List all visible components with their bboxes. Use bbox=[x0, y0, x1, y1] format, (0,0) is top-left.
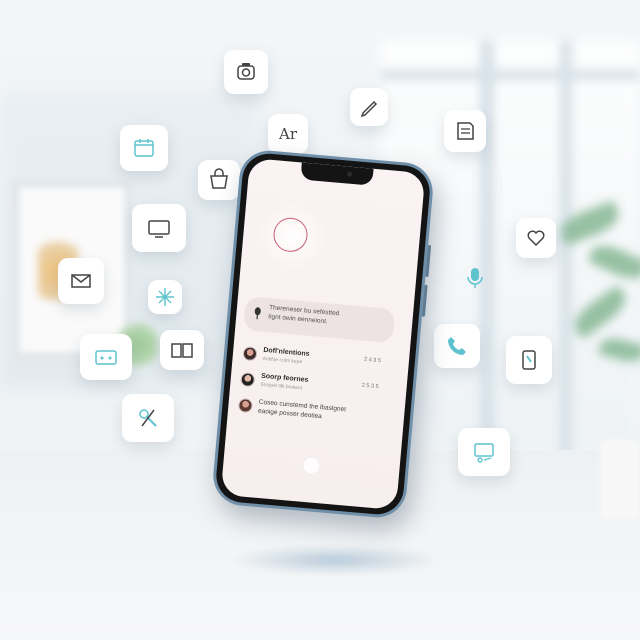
phone-body: Thereneser bu sefestted tignt owin eenne… bbox=[214, 151, 432, 517]
mail-icon bbox=[71, 274, 91, 288]
bottle-icon bbox=[522, 350, 536, 370]
translate-icon: Ar bbox=[278, 125, 297, 143]
notes-app-icon[interactable] bbox=[444, 110, 486, 152]
effects-app-icon[interactable] bbox=[148, 280, 182, 314]
item-subtitle: Snstpel tilk brotwot bbox=[260, 381, 303, 392]
media-app-icon[interactable] bbox=[458, 428, 510, 476]
book-icon bbox=[171, 343, 193, 358]
tickets-app-icon[interactable] bbox=[80, 334, 132, 380]
voice-app-icon[interactable] bbox=[456, 256, 494, 300]
pencil-icon bbox=[360, 100, 378, 118]
voice-note-bubble[interactable]: Thereneser bu sefestted tignt owin eenne… bbox=[243, 296, 396, 344]
message-list: Dofl'nlentions Antifoe coirs kepe 2 4 3 … bbox=[235, 344, 391, 435]
microphone-icon bbox=[254, 307, 261, 320]
heart-tag-icon bbox=[527, 230, 545, 247]
plant-stand bbox=[600, 440, 640, 520]
avatar bbox=[240, 372, 256, 388]
favorites-app-icon[interactable] bbox=[516, 218, 556, 258]
shopping-app-icon[interactable] bbox=[198, 160, 240, 200]
camera-icon bbox=[237, 63, 255, 80]
tv-icon bbox=[148, 220, 170, 238]
window-transom bbox=[380, 70, 640, 80]
translate-app-icon[interactable]: Ar bbox=[268, 114, 308, 154]
avatar bbox=[237, 397, 254, 414]
phone-shadow bbox=[230, 545, 440, 575]
notes-icon bbox=[457, 122, 474, 140]
home-button[interactable] bbox=[301, 455, 322, 476]
monitor-icon bbox=[474, 443, 494, 463]
notch bbox=[300, 162, 374, 186]
item-subtitle: Antifoe coirs kepe bbox=[262, 355, 303, 366]
drinks-app-icon[interactable] bbox=[506, 336, 552, 384]
camera-app-icon[interactable] bbox=[224, 50, 268, 94]
window-mullion bbox=[560, 40, 572, 460]
microphone-icon bbox=[467, 268, 483, 288]
tools-icon bbox=[139, 409, 157, 427]
calendar-app-icon[interactable] bbox=[120, 125, 168, 171]
smartphone: Thereneser bu sefestted tignt owin eenne… bbox=[210, 148, 436, 520]
calendar-icon bbox=[134, 139, 154, 157]
window-mullion bbox=[480, 40, 494, 460]
phone-icon bbox=[448, 337, 466, 355]
item-time: 2 5 3 5 bbox=[361, 382, 379, 391]
sparkle-icon bbox=[156, 288, 174, 306]
phone-app-icon[interactable] bbox=[434, 324, 480, 368]
shopping-icon bbox=[210, 168, 228, 189]
ticket-icon bbox=[95, 350, 117, 365]
avatar bbox=[242, 346, 258, 362]
mail-app-icon[interactable] bbox=[58, 258, 104, 304]
front-camera bbox=[346, 171, 353, 177]
tools-app-icon[interactable] bbox=[122, 394, 174, 442]
tv-app-icon[interactable] bbox=[132, 204, 186, 252]
books-app-icon[interactable] bbox=[160, 330, 204, 370]
pencil-app-icon[interactable] bbox=[350, 88, 388, 126]
item-time: 2 4 3 5 bbox=[363, 356, 382, 365]
phone-screen: Thereneser bu sefestted tignt owin eenne… bbox=[220, 157, 426, 511]
